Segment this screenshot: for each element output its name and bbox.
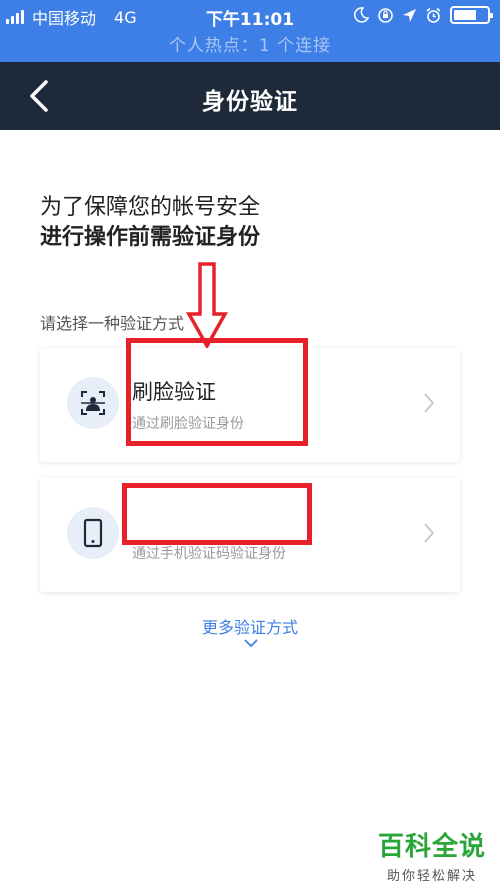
chevron-right-icon: [424, 393, 435, 413]
section-label: 请选择一种验证方式: [40, 314, 185, 333]
annotation-redaction-box: [122, 483, 312, 545]
nav-bar: 身份验证: [0, 62, 500, 130]
face-scan-icon: [67, 377, 119, 429]
option-description: 通过手机验证码验证身份: [132, 546, 286, 562]
rotation-lock-icon: [378, 7, 393, 23]
status-right: [353, 6, 493, 24]
annotation-highlight-box: [126, 338, 308, 446]
annotation-arrow: [186, 262, 228, 348]
intro-text: 为了保障您的帐号安全 进行操作前需验证身份: [40, 193, 260, 253]
battery-icon: [450, 6, 493, 24]
page-title: 身份验证: [202, 89, 298, 115]
intro-line-1: 为了保障您的帐号安全: [40, 195, 261, 220]
chevron-down-icon[interactable]: [243, 638, 259, 648]
intro-line-2: 进行操作前需验证身份: [40, 225, 261, 250]
watermark-subtitle: 助你轻松解决: [386, 869, 477, 884]
watermark-title: 百科全说: [377, 832, 486, 862]
moon-icon: [353, 7, 369, 23]
chevron-right-icon: [424, 523, 435, 543]
alarm-icon: [426, 7, 441, 23]
location-icon: [403, 8, 416, 22]
phone-icon: [67, 507, 119, 559]
status-bar: 中国移动 4G 下午11:01: [0, 0, 500, 32]
watermark: 百科全说 助你轻松解决: [378, 826, 486, 884]
hotspot-banner[interactable]: 个人热点：1 个连接: [0, 32, 500, 62]
more-methods-link[interactable]: 更多验证方式: [0, 614, 500, 638]
